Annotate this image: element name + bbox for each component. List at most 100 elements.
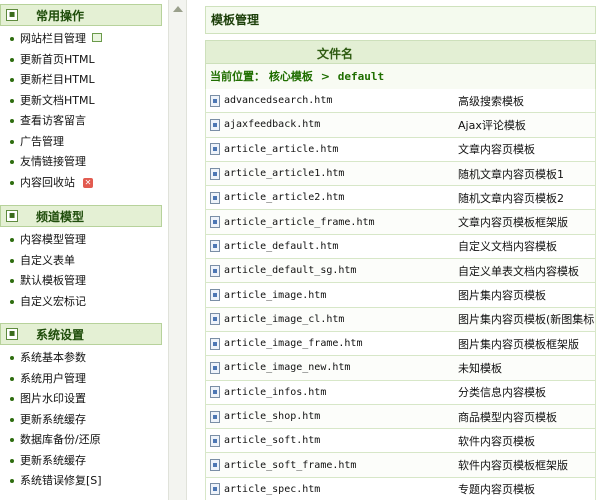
sidebar-item-default-templates[interactable]: 默认模板管理: [0, 271, 162, 292]
sidebar-item-update-home[interactable]: 更新首页HTML: [0, 50, 162, 71]
table-row[interactable]: article_article.htm 文章内容页模板: [205, 137, 596, 162]
file-cell[interactable]: advancedsearch.htm: [206, 94, 458, 107]
vertical-scrollbar[interactable]: [168, 0, 187, 500]
file-cell[interactable]: ajaxfeedback.htm: [206, 118, 458, 131]
table-row[interactable]: article_shop.htm 商品模型内容页模板: [205, 404, 596, 430]
file-name[interactable]: article_infos.htm: [224, 387, 326, 398]
sidebar-item-site-columns[interactable]: 网站栏目管理: [0, 29, 162, 50]
file-cell[interactable]: article_spec.htm: [206, 483, 458, 496]
sidebar-item-update-cache-2[interactable]: 更新系统缓存: [0, 451, 162, 472]
recycle-x-icon[interactable]: ✕: [83, 177, 93, 188]
page-add-icon[interactable]: [92, 32, 102, 42]
file-cell[interactable]: article_shop.htm: [206, 410, 458, 423]
plus-box-icon[interactable]: ▪: [6, 210, 18, 222]
sidebar-item-users[interactable]: 系统用户管理: [0, 369, 162, 390]
table-row[interactable]: article_article2.htm 随机文章内容页模板2: [205, 186, 596, 211]
table-row[interactable]: article_article1.htm 随机文章内容页模板1: [205, 161, 596, 187]
table-row[interactable]: article_article_frame.htm 文章内容页模板框架版: [205, 210, 596, 235]
file-description: 分类信息内容模板: [458, 386, 546, 400]
file-name[interactable]: article_spec.htm: [224, 484, 320, 495]
file-description: 自定义文档内容模板: [458, 240, 557, 254]
sidebar-item-update-columns[interactable]: 更新栏目HTML: [0, 70, 162, 91]
file-name[interactable]: article_image_cl.htm: [224, 314, 344, 325]
file-cell[interactable]: article_article.htm: [206, 143, 458, 156]
table-row[interactable]: article_soft_frame.htm 软件内容页模板框架版: [205, 453, 596, 478]
table-row[interactable]: article_image_new.htm 未知模板: [205, 356, 596, 381]
file-cell[interactable]: article_image_new.htm: [206, 361, 458, 374]
file-cell[interactable]: article_default_sg.htm: [206, 264, 458, 277]
bullet-icon: [10, 479, 14, 484]
file-name[interactable]: article_soft.htm: [224, 435, 320, 446]
file-icon: [210, 386, 220, 399]
file-name[interactable]: article_image.htm: [224, 290, 326, 301]
file-icon: [210, 289, 220, 302]
file-name[interactable]: advancedsearch.htm: [224, 95, 332, 106]
bullet-icon: [10, 417, 14, 422]
sidebar-item-watermark[interactable]: 图片水印设置: [0, 389, 162, 410]
breadcrumb-folder[interactable]: 核心模板: [269, 70, 313, 83]
file-name[interactable]: article_default_sg.htm: [224, 265, 356, 276]
table-row[interactable]: article_image.htm 图片集内容页模板: [205, 283, 596, 308]
group-header-system-settings[interactable]: ▪ 系统设置: [0, 323, 162, 345]
scroll-up-arrow-icon[interactable]: [173, 6, 183, 12]
sidebar-item-guestbook[interactable]: 查看访客留言: [0, 111, 162, 132]
sidebar-item-content-models[interactable]: 内容模型管理: [0, 230, 162, 251]
file-name[interactable]: article_article_frame.htm: [224, 217, 375, 228]
table-row[interactable]: article_default_sg.htm 自定义单表文档内容模板: [205, 259, 596, 284]
sidebar-item-friend-links[interactable]: 友情链接管理: [0, 152, 162, 173]
sidebar-item-update-cache[interactable]: 更新系统缓存: [0, 410, 162, 431]
table-row[interactable]: article_infos.htm 分类信息内容模板: [205, 380, 596, 405]
table-row[interactable]: advancedsearch.htm 高级搜索模板: [205, 89, 596, 114]
sidebar-item-error-repair[interactable]: 系统错误修复[S]: [0, 471, 162, 492]
file-name[interactable]: article_article1.htm: [224, 168, 344, 179]
file-cell[interactable]: article_soft.htm: [206, 434, 458, 447]
file-cell[interactable]: article_article1.htm: [206, 167, 458, 180]
table-row[interactable]: article_default.htm 自定义文档内容模板: [205, 234, 596, 260]
bullet-icon: [10, 139, 14, 144]
sidebar-item-update-docs[interactable]: 更新文档HTML: [0, 91, 162, 112]
file-description: 商品模型内容页模板: [458, 410, 557, 424]
file-cell[interactable]: article_article2.htm: [206, 191, 458, 204]
file-cell[interactable]: article_default.htm: [206, 240, 458, 253]
file-description: 随机文章内容页模板2: [458, 191, 564, 205]
table-row[interactable]: article_spec.htm 专题内容页模板: [205, 477, 596, 500]
plus-box-icon[interactable]: ▪: [6, 9, 18, 21]
file-name[interactable]: article_image_frame.htm: [224, 338, 362, 349]
sidebar-item-db-backup[interactable]: 数据库备份/还原: [0, 430, 162, 451]
file-cell[interactable]: article_infos.htm: [206, 386, 458, 399]
table-row[interactable]: article_image_frame.htm 图片集内容页模板框架版: [205, 331, 596, 357]
plus-box-icon[interactable]: ▪: [6, 328, 18, 340]
table-row[interactable]: ajaxfeedback.htm Ajax评论模板: [205, 113, 596, 138]
file-description: 图片集内容页模板(新图集标: [458, 313, 595, 327]
file-name[interactable]: article_shop.htm: [224, 411, 320, 422]
file-cell[interactable]: article_image_cl.htm: [206, 313, 458, 326]
bullet-icon: [10, 258, 14, 263]
file-name[interactable]: article_soft_frame.htm: [224, 460, 356, 471]
file-name[interactable]: ajaxfeedback.htm: [224, 119, 320, 130]
file-name[interactable]: article_image_new.htm: [224, 362, 350, 373]
menu-channel-models: 内容模型管理 自定义表单 默认模板管理 自定义宏标记: [0, 227, 162, 312]
file-cell[interactable]: article_image_frame.htm: [206, 337, 458, 350]
sidebar-item-custom-forms[interactable]: 自定义表单: [0, 251, 162, 272]
group-header-channel-models[interactable]: ▪ 频道模型: [0, 205, 162, 227]
sidebar-item-label: 图片水印设置: [20, 392, 86, 405]
file-name[interactable]: article_article.htm: [224, 144, 338, 155]
sidebar-item-ads[interactable]: 广告管理: [0, 132, 162, 153]
group-header-common-ops[interactable]: ▪ 常用操作: [0, 4, 162, 26]
file-cell[interactable]: article_article_frame.htm: [206, 216, 458, 229]
file-icon: [210, 337, 220, 350]
file-cell[interactable]: article_image.htm: [206, 289, 458, 302]
sidebar-item-custom-macros[interactable]: 自定义宏标记: [0, 292, 162, 313]
file-description: 图片集内容页模板: [458, 289, 546, 303]
sidebar-item-label: 查看访客留言: [20, 114, 86, 127]
file-name[interactable]: article_article2.htm: [224, 192, 344, 203]
file-cell[interactable]: article_soft_frame.htm: [206, 459, 458, 472]
file-description: 文章内容页模板框架版: [458, 216, 568, 230]
table-row[interactable]: article_soft.htm 软件内容页模板: [205, 429, 596, 454]
sidebar-item-recycle-bin[interactable]: 内容回收站 ✕: [0, 173, 162, 194]
sidebar-item-basic-params[interactable]: 系统基本参数: [0, 348, 162, 369]
table-row[interactable]: article_image_cl.htm 图片集内容页模板(新图集标: [205, 307, 596, 332]
file-description: 高级搜索模板: [458, 94, 524, 108]
bullet-icon: [10, 299, 14, 304]
file-name[interactable]: article_default.htm: [224, 241, 338, 252]
